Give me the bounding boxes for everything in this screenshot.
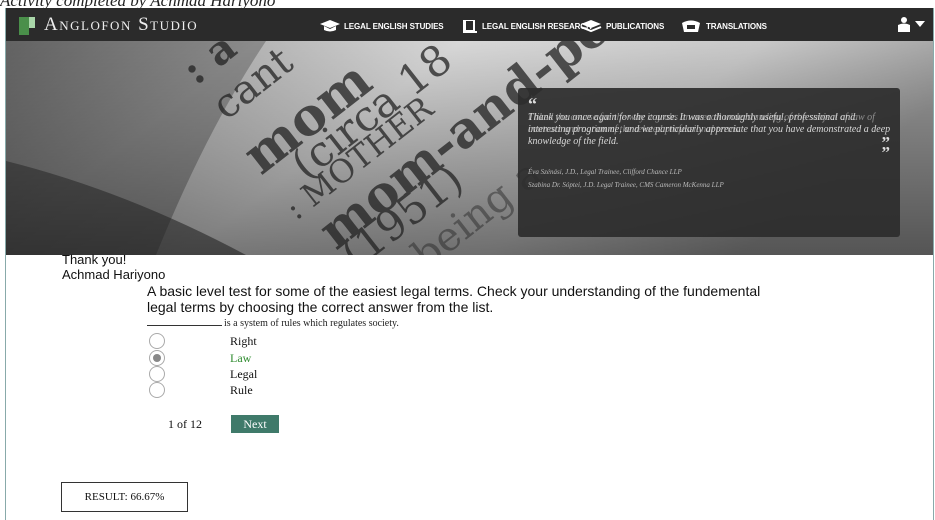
nav-label: PUBLICATIONS: [606, 21, 665, 31]
option-label: Legal: [230, 366, 258, 381]
logo-icon[interactable]: [19, 17, 35, 35]
quiz-description: A basic level test for some of the easie…: [147, 283, 761, 315]
nav-publications[interactable]: PUBLICATIONS: [580, 18, 664, 34]
radio-button[interactable]: [149, 366, 165, 382]
top-navbar: Anglofon Studio LEGAL ENGLISH STUDIES LE…: [6, 8, 933, 41]
nav-legal-english-research[interactable]: LEGAL ENGLISH RESEARCH: [462, 18, 592, 34]
user-name: Achmad Hariyono: [62, 267, 166, 282]
folder-icon: [682, 20, 700, 32]
option-label: Rule: [230, 382, 253, 397]
radio-button[interactable]: [149, 333, 165, 349]
answer-blank: [147, 325, 222, 326]
stack-icon: [580, 20, 602, 33]
graduation-cap-icon: [320, 20, 340, 32]
nav-label: LEGAL ENGLISH RESEARCH: [482, 21, 592, 31]
option-rule[interactable]: Rule: [149, 382, 253, 398]
nav-legal-english-studies[interactable]: LEGAL ENGLISH STUDIES: [320, 18, 444, 34]
next-button[interactable]: Next: [231, 415, 279, 433]
option-label: Law: [230, 350, 252, 365]
thank-you-text: Thank you!: [62, 252, 127, 267]
brand-name[interactable]: Anglofon Studio: [44, 14, 198, 36]
app-frame: Anglofon Studio LEGAL ENGLISH STUDIES LE…: [5, 8, 934, 520]
quote-close-icon: ””: [881, 133, 891, 162]
result-box: RESULT: 66.67%: [61, 482, 188, 512]
book-icon: [463, 20, 477, 33]
question-counter: 1 of 12: [168, 417, 202, 431]
testimonial-author: Éva Szénási, J.D., Legal Trainee, Cliffo…: [528, 168, 682, 176]
radio-button-selected[interactable]: [149, 350, 165, 366]
testimonial-overlay: I liked the course for the way it grabs …: [528, 112, 875, 135]
hero-banner: mom cant : a (circa 18 : MOTHER mom-and-…: [6, 41, 933, 255]
option-right[interactable]: Right: [149, 333, 257, 349]
user-menu[interactable]: [896, 16, 925, 32]
radio-button[interactable]: [149, 382, 165, 398]
question-label: is a system of rules which regulates soc…: [224, 318, 399, 329]
option-legal[interactable]: Legal: [149, 366, 257, 382]
option-law[interactable]: Law: [149, 350, 251, 366]
nav-label: LEGAL ENGLISH STUDIES: [344, 21, 444, 31]
testimonial-author: Szabina Dr. Sóptei, J.D. Legal Trainee, …: [528, 181, 724, 189]
nav-label: TRANSLATIONS: [706, 21, 767, 31]
user-icon: [898, 17, 910, 32]
chevron-down-icon: [915, 21, 925, 27]
nav-translations[interactable]: TRANSLATIONS: [680, 18, 767, 34]
testimonial-text: Thank you once again for the course. It …: [528, 112, 896, 148]
question-text: is a system of rules which regulates soc…: [147, 318, 399, 329]
option-label: Right: [230, 333, 257, 348]
testimonial-box: “ Thank you once again for the course. I…: [518, 88, 900, 237]
